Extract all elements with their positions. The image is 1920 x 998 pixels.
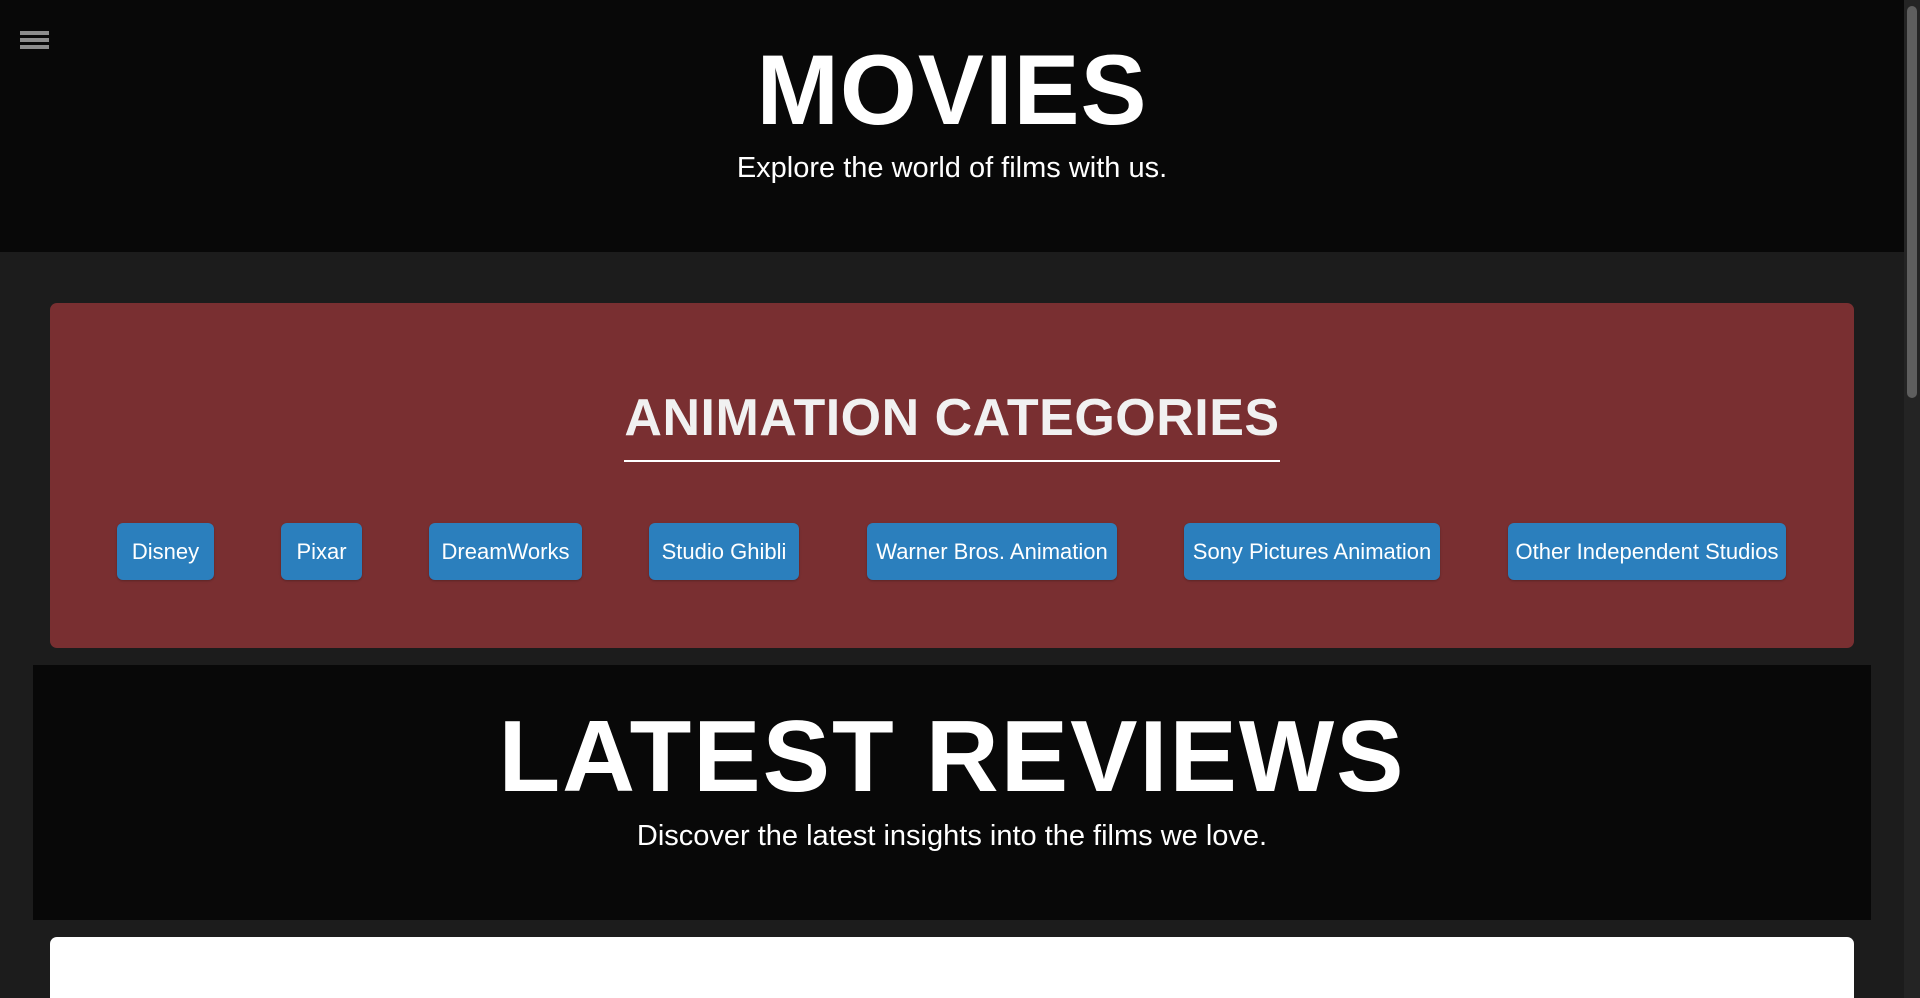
category-button-dreamworks[interactable]: DreamWorks bbox=[429, 523, 582, 580]
category-button-other-independent-studios[interactable]: Other Independent Studios bbox=[1508, 523, 1786, 580]
categories-heading: ANIMATION CATEGORIES bbox=[0, 388, 1904, 462]
reviews-subtitle: Discover the latest insights into the fi… bbox=[636, 820, 1268, 852]
review-card bbox=[50, 937, 1854, 998]
category-button-disney[interactable]: Disney bbox=[117, 523, 214, 580]
scrollbar[interactable] bbox=[1904, 0, 1920, 998]
latest-reviews-header: LATEST REVIEWS Discover the latest insig… bbox=[33, 665, 1871, 920]
categories-heading-text: ANIMATION CATEGORIES bbox=[624, 388, 1280, 462]
category-button-warner-bros-animation[interactable]: Warner Bros. Animation bbox=[867, 523, 1117, 580]
site-header: MOVIES Explore the world of films with u… bbox=[0, 0, 1904, 252]
category-button-pixar[interactable]: Pixar bbox=[281, 523, 362, 580]
site-tagline: Explore the world of films with us. bbox=[736, 152, 1168, 184]
page: MOVIES Explore the world of films with u… bbox=[0, 0, 1920, 998]
scrollbar-thumb[interactable] bbox=[1907, 6, 1917, 398]
site-title: MOVIES bbox=[756, 34, 1148, 145]
reviews-title: LATEST REVIEWS bbox=[498, 701, 1406, 813]
category-button-studio-ghibli[interactable]: Studio Ghibli bbox=[649, 523, 799, 580]
category-button-sony-pictures-animation[interactable]: Sony Pictures Animation bbox=[1184, 523, 1440, 580]
animation-categories-panel bbox=[50, 303, 1854, 648]
